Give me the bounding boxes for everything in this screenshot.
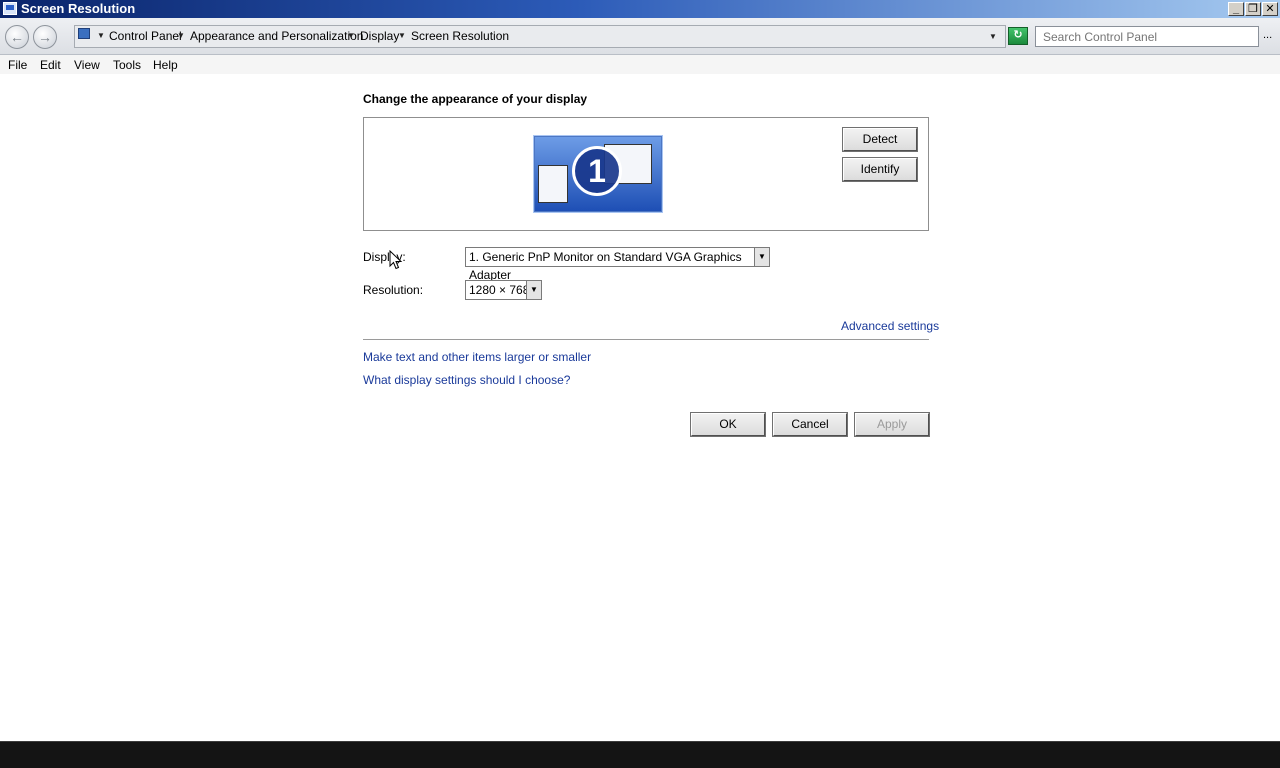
breadcrumb-appearance[interactable]: Appearance and Personalization <box>190 28 363 44</box>
dropdown-arrow-icon[interactable]: ▼ <box>526 281 541 299</box>
advanced-settings-link[interactable]: Advanced settings <box>841 318 939 334</box>
text-size-link[interactable]: Make text and other items larger or smal… <box>363 349 591 365</box>
restore-button[interactable]: ❐ <box>1245 2 1261 16</box>
forward-button[interactable]: → <box>33 25 57 49</box>
breadcrumb-chevron-icon[interactable]: ▼ <box>177 28 185 44</box>
back-button[interactable]: ← <box>5 25 29 49</box>
page-title: Change the appearance of your display <box>363 92 588 106</box>
back-arrow-icon: ← <box>10 29 24 45</box>
breadcrumb-chevron-icon[interactable]: ▼ <box>347 28 355 44</box>
monitor-preview-window-icon <box>538 165 568 203</box>
ok-button[interactable]: OK <box>690 412 766 437</box>
menu-bar <box>0 55 1280 74</box>
display-help-link[interactable]: What display settings should I choose? <box>363 372 570 388</box>
divider <box>363 339 929 340</box>
breadcrumb-control-panel[interactable]: Control Panel <box>109 28 182 44</box>
close-button[interactable]: ✕ <box>1262 2 1278 16</box>
refresh-button[interactable]: ↻ <box>1008 27 1028 45</box>
menu-view[interactable]: View <box>74 57 100 73</box>
cancel-button[interactable]: Cancel <box>772 412 848 437</box>
menu-help[interactable]: Help <box>153 57 178 73</box>
search-input[interactable] <box>1035 26 1259 47</box>
breadcrumb-display[interactable]: Display <box>360 28 399 44</box>
dropdown-arrow-icon[interactable]: ▼ <box>754 248 769 266</box>
refresh-icon: ↻ <box>1013 29 1023 41</box>
detect-button[interactable]: Detect <box>842 127 918 152</box>
taskbar <box>0 741 1280 768</box>
breadcrumb-chevron-icon[interactable]: ▼ <box>97 28 105 44</box>
menu-tools[interactable]: Tools <box>113 57 141 73</box>
address-history-dropdown-icon[interactable]: ▼ <box>989 29 997 45</box>
breadcrumb-chevron-icon[interactable]: ▼ <box>398 28 406 44</box>
resolution-select[interactable]: 1280 × 768 ▼ <box>465 280 542 300</box>
title-bar <box>0 0 1280 18</box>
identify-button[interactable]: Identify <box>842 157 918 182</box>
search-options-button[interactable]: ... <box>1263 29 1272 41</box>
control-panel-location-icon <box>78 28 90 39</box>
monitor-number-badge: 1 <box>572 146 622 196</box>
window-title: Screen Resolution <box>21 1 136 16</box>
menu-edit[interactable]: Edit <box>40 57 61 73</box>
control-panel-app-icon[interactable] <box>3 2 17 15</box>
breadcrumb-screen-resolution[interactable]: Screen Resolution <box>411 28 509 44</box>
menu-file[interactable]: File <box>8 57 27 73</box>
minimize-button[interactable]: _ <box>1228 2 1244 16</box>
apply-button[interactable]: Apply <box>854 412 930 437</box>
display-select-value: 1. Generic PnP Monitor on Standard VGA G… <box>469 250 742 282</box>
display-select[interactable]: 1. Generic PnP Monitor on Standard VGA G… <box>465 247 770 282</box>
resolution-select-value: 1280 × 768 <box>469 283 530 297</box>
forward-arrow-icon: → <box>38 29 52 45</box>
mouse-pointer-icon <box>389 250 403 270</box>
resolution-label: Resolution: <box>363 283 424 297</box>
